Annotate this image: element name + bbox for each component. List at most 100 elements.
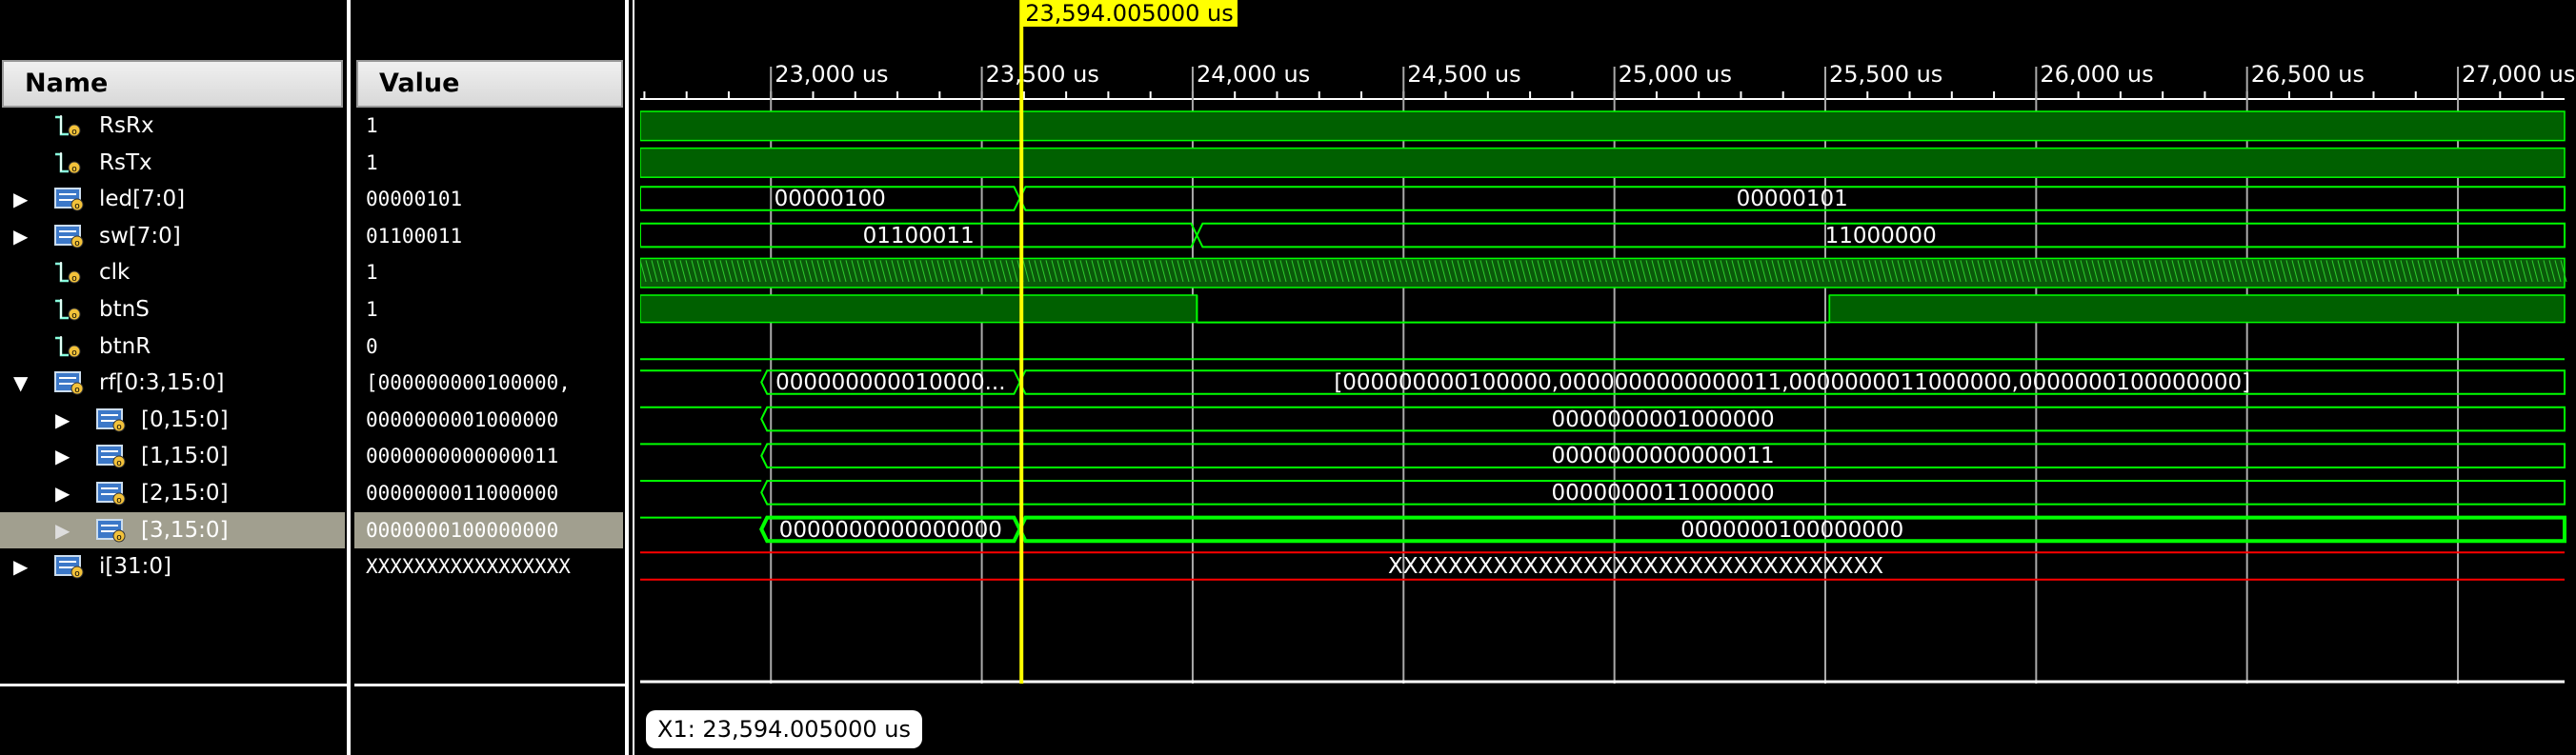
svg-text:o: o [71, 165, 77, 174]
bus-value-text: 00000100 [774, 187, 886, 212]
ruler-tick-label: 26,500 us [2250, 61, 2365, 88]
cursor-time-label[interactable]: 23,594.005000 us [1021, 0, 1238, 27]
value-wave-splitter[interactable] [625, 0, 629, 755]
ruler-tick-label: 23,500 us [985, 61, 1099, 88]
signal-row[interactable]: o RsRx [0, 108, 345, 144]
signal-value[interactable]: [000000000100000, [354, 365, 623, 401]
bus-icon: o [54, 555, 84, 579]
expand-arrow-icon[interactable]: ▶ [55, 402, 74, 438]
signal-name: led[7:0] [99, 187, 186, 212]
signal-name: [2,15:0] [141, 481, 229, 506]
expand-arrow-icon[interactable]: ▶ [55, 475, 74, 511]
signal-name: RsTx [99, 149, 152, 175]
signal-value[interactable]: 0000000001000000 [354, 402, 623, 438]
bus-value-text: 0000000001000000 [1551, 407, 1775, 432]
signal-row[interactable]: o clk [0, 254, 345, 290]
name-column-header[interactable]: Name [2, 60, 343, 108]
svg-text:o: o [71, 348, 77, 358]
signal-row[interactable]: ▶ o led[7:0] [0, 181, 345, 217]
wire-icon: o [55, 299, 81, 321]
value-column-header[interactable]: Value [356, 60, 623, 108]
svg-text:o: o [116, 459, 122, 468]
signal-row[interactable]: o btnR [0, 328, 345, 365]
wire-icon: o [55, 262, 81, 284]
signal-value[interactable]: 01100011 [354, 218, 623, 254]
svg-text:o: o [71, 311, 77, 321]
expand-arrow-icon[interactable]: ▶ [13, 218, 32, 254]
signal-name: RsRx [99, 113, 154, 138]
bus-value-text: 0000000100000000 [1680, 517, 1904, 543]
ruler-tick-label: 24,000 us [1196, 61, 1311, 88]
expand-arrow-icon[interactable]: ▶ [13, 181, 32, 217]
signal-row[interactable]: ▶ o [0,15:0] [0, 402, 345, 438]
name-pane: Name o RsRx o RsTx ▶ o led[7:0] ▶ o sw[7:0] o clk o b… [0, 0, 351, 755]
signal-row[interactable]: ▶ o i[31:0] [0, 548, 345, 585]
signal-row[interactable]: ▶ o [3,15:0] [0, 511, 345, 548]
expand-arrow-icon[interactable]: ▶ [55, 438, 74, 474]
expand-arrow-icon[interactable]: ▶ [55, 512, 74, 548]
wave-pane-border [633, 0, 634, 755]
wire-high-waveform [640, 294, 1198, 324]
wire-icon: o [55, 335, 81, 358]
bus-icon: o [96, 518, 126, 543]
wire-high-waveform [640, 147, 2566, 178]
value-pane: Value 1 1 00000101 01100011 1 1 0 [000000000100… [354, 0, 627, 755]
svg-text:o: o [71, 128, 77, 137]
signal-value[interactable]: 1 [354, 254, 623, 290]
svg-text:o: o [74, 569, 80, 579]
signal-name: [0,15:0] [141, 407, 229, 432]
bus-icon: o [96, 482, 126, 506]
signal-row[interactable]: o RsTx [0, 145, 345, 181]
svg-text:o: o [116, 496, 122, 506]
signal-row[interactable]: ▶ o [2,15:0] [0, 475, 345, 511]
signal-name: rf[0:3,15:0] [99, 370, 225, 396]
name-value-splitter[interactable] [347, 0, 351, 755]
signal-name: i[31:0] [99, 554, 171, 580]
signal-value[interactable]: 0 [354, 328, 623, 365]
collapse-arrow-icon[interactable]: ▼ [13, 365, 32, 401]
bus-value-text: XXXXXXXXXXXXXXXXXXXXXXXXXXXXXXXXX [1388, 554, 1883, 580]
svg-text:o: o [74, 202, 80, 211]
signal-name: btnR [99, 333, 151, 359]
signal-name: clk [99, 260, 131, 286]
ruler-tick-label: 26,000 us [2040, 61, 2154, 88]
svg-text:o: o [116, 423, 122, 432]
expand-arrow-icon[interactable]: ▶ [13, 548, 32, 585]
ruler-tick-label: 27,000 us [2462, 61, 2576, 88]
bus-value-text: 11000000 [1824, 223, 1937, 248]
bus-icon: o [54, 224, 84, 248]
marker-x1-label: X1: 23,594.005000 us [646, 710, 922, 748]
signal-value[interactable]: XXXXXXXXXXXXXXXXX [354, 548, 623, 585]
signal-name: [1,15:0] [141, 444, 229, 469]
signal-value[interactable]: 00000101 [354, 181, 623, 217]
signal-row[interactable]: ▶ o [1,15:0] [0, 438, 345, 474]
signal-value[interactable]: 0000000000000011 [354, 438, 623, 474]
signal-value[interactable]: 0000000011000000 [354, 475, 623, 511]
wire-icon: o [55, 151, 81, 174]
bus-value-text: 01100011 [862, 223, 975, 248]
bus-value-text: 00000101 [1736, 187, 1848, 212]
signal-row[interactable]: ▶ o sw[7:0] [0, 218, 345, 254]
wire-high-waveform [1828, 294, 2566, 324]
signal-row[interactable]: o btnS [0, 291, 345, 328]
signal-name: sw[7:0] [99, 223, 181, 248]
bus-value-text: [000000000100000,0000000000000011,000000… [1334, 370, 2251, 396]
bus-value-text: 0000000011000000 [1551, 481, 1775, 506]
svg-text:o: o [74, 386, 80, 395]
signal-name: [3,15:0] [141, 517, 229, 543]
wire-high-waveform [640, 110, 2566, 142]
bus-icon: o [96, 445, 126, 468]
waveform-pane[interactable]: 23,000 us 23,500 us 24,000 us 24,500 us 25,0… [640, 0, 2576, 755]
signal-row[interactable]: ▼ o rf[0:3,15:0] [0, 365, 345, 401]
signal-value[interactable]: 1 [354, 108, 623, 144]
signal-value[interactable]: 1 [354, 145, 623, 181]
bus-value-text: 000000000010000... [775, 370, 1006, 396]
svg-text:o: o [71, 274, 77, 284]
ruler-tick-label: 24,500 us [1407, 61, 1521, 88]
bus-icon: o [54, 188, 84, 211]
ruler-tick-label: 25,500 us [1828, 61, 1943, 88]
signal-value[interactable]: 0000000100000000 [354, 511, 623, 548]
bus-icon: o [54, 371, 84, 395]
signal-value[interactable]: 1 [354, 291, 623, 328]
ruler-tick-label: 25,000 us [1618, 61, 1732, 88]
